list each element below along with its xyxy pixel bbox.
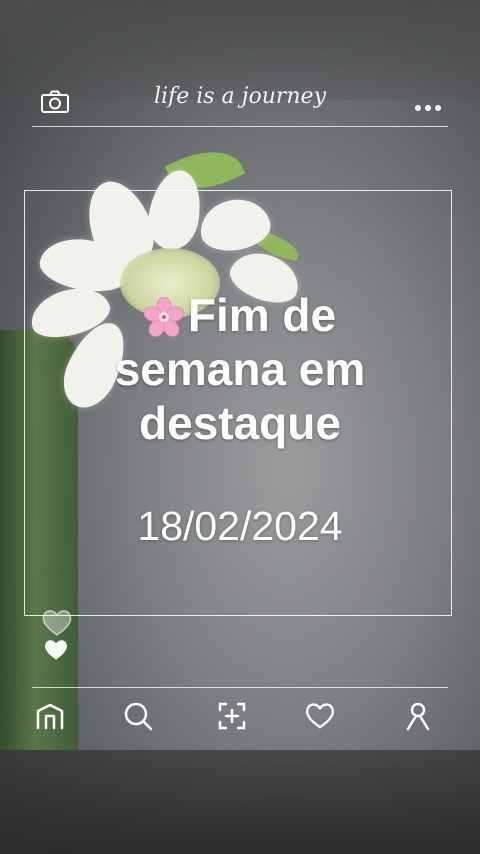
post-headline: Fim de semana em destaque bbox=[40, 288, 440, 450]
post-date: 18/02/2024 bbox=[137, 503, 343, 549]
heart-outline-icon[interactable] bbox=[40, 608, 74, 642]
likes-icon[interactable] bbox=[304, 700, 336, 732]
cherry-blossom-icon bbox=[143, 294, 185, 337]
add-post-icon[interactable] bbox=[216, 700, 248, 732]
top-bar: life is a journey bbox=[0, 80, 480, 126]
search-icon[interactable] bbox=[122, 700, 154, 732]
headline-line-3: destaque bbox=[139, 397, 341, 449]
heart-filled-icon[interactable] bbox=[42, 638, 70, 666]
heart-reactions bbox=[38, 608, 78, 668]
camera-icon[interactable] bbox=[40, 90, 70, 114]
headline-line-2: semana em bbox=[114, 343, 366, 395]
header-divider bbox=[32, 126, 448, 127]
headline-line-1: Fim de bbox=[187, 289, 337, 341]
app-title: life is a journey bbox=[153, 84, 327, 109]
home-icon[interactable] bbox=[34, 700, 66, 732]
profile-icon[interactable] bbox=[402, 700, 434, 732]
bottom-shade bbox=[0, 750, 480, 854]
more-icon[interactable] bbox=[413, 98, 443, 111]
bottom-nav bbox=[0, 688, 480, 748]
